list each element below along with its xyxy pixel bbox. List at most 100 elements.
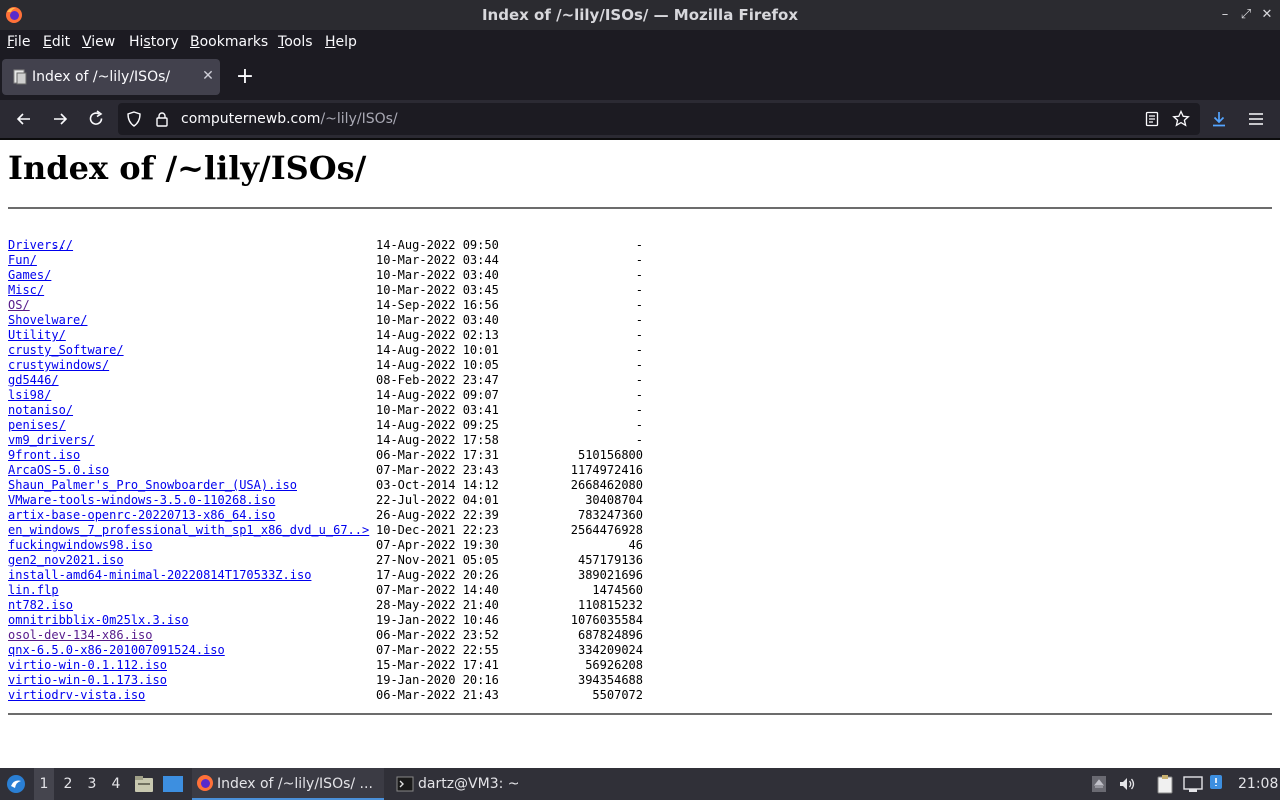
taskbar: 1 2 3 4 Index of /~lily/ISOs/ ... dartz@…	[0, 768, 1280, 800]
menu-history[interactable]: History	[129, 32, 179, 52]
modified-date: 07-Mar-2022 22:55	[376, 643, 499, 657]
modified-date: 14-Aug-2022 10:05	[376, 358, 499, 372]
file-size: 334209024	[577, 643, 643, 657]
tab-close-icon[interactable]: ✕	[200, 68, 216, 84]
modified-date: 10-Mar-2022 03:44	[376, 253, 499, 267]
file-link[interactable]: Games/	[8, 268, 51, 282]
file-link[interactable]: Drivers/	[8, 238, 66, 252]
tab-index-isos[interactable]: Index of /~lily/ISOs/ ✕	[2, 59, 220, 95]
file-link[interactable]: ArcaOS-5.0.iso	[8, 463, 109, 477]
menu-bookmarks[interactable]: Bookmarks	[190, 32, 268, 52]
forward-icon[interactable]	[50, 109, 70, 129]
file-link[interactable]: notaniso/	[8, 403, 73, 417]
reload-icon[interactable]	[86, 109, 106, 129]
maximize-icon[interactable]: ⤢	[1238, 7, 1254, 23]
listing-row: artix-base-openrc-20220713-x86_64.iso 26-…	[8, 508, 643, 523]
file-size: 30408704	[585, 493, 643, 507]
file-link[interactable]: Fun/	[8, 253, 37, 267]
listing-row: Drivers/14-Aug-2022 09:50 -	[8, 238, 643, 253]
modified-date: 10-Dec-2021 22:23	[376, 523, 499, 537]
clipboard-icon[interactable]	[1156, 774, 1174, 794]
listing-row: Fun/10-Mar-2022 03:44 -	[8, 253, 643, 268]
volume-icon[interactable]	[1118, 775, 1136, 793]
file-size: -	[635, 268, 643, 282]
directory-listing: ../ Drivers/14-Aug-2022 09:50- Fun/10-Mar…	[8, 223, 643, 703]
listing-row: Shovelware/10-Mar-2022 03:40 -	[8, 313, 643, 328]
bookmark-star-icon[interactable]	[1172, 110, 1190, 128]
file-manager-icon[interactable]	[134, 775, 154, 793]
file-link[interactable]: crustywindows/	[8, 358, 109, 372]
file-link[interactable]: crusty_Software/	[8, 343, 124, 357]
listing-row: virtio-win-0.1.173.iso 19-Jan-2020 20:16 3…	[8, 673, 643, 688]
file-link[interactable]: virtio-win-0.1.112.iso	[8, 658, 167, 672]
menu-edit[interactable]: Edit	[43, 32, 70, 52]
reader-view-icon[interactable]	[1144, 111, 1160, 127]
menu-view[interactable]: View	[82, 32, 115, 52]
lock-icon[interactable]	[154, 111, 170, 127]
start-menu-icon[interactable]	[6, 774, 26, 794]
file-size: 1474560	[592, 583, 643, 597]
minimize-icon[interactable]: –	[1217, 7, 1233, 23]
file-link[interactable]: Misc/	[8, 283, 44, 297]
workspace-2[interactable]: 2	[58, 768, 78, 800]
listing-row: penises/14-Aug-2022 09:25 -	[8, 418, 643, 433]
file-link[interactable]: Utility/	[8, 328, 66, 342]
hamburger-menu-icon[interactable]	[1246, 109, 1266, 129]
workspace-1[interactable]: 1	[34, 768, 54, 800]
taskbar-firefox-label: Index of /~lily/ISOs/ ...	[217, 776, 373, 792]
clock[interactable]: 21:08	[1238, 768, 1278, 800]
back-icon[interactable]	[14, 109, 34, 129]
taskbar-terminal-window[interactable]: dartz@VM3: ~	[392, 768, 542, 800]
file-link[interactable]: virtiodrv-vista.iso	[8, 688, 145, 702]
file-size: 457179136	[577, 553, 643, 567]
modified-date: 07-Apr-2022 19:30	[376, 538, 499, 552]
taskbar-firefox-window[interactable]: Index of /~lily/ISOs/ ...	[192, 768, 384, 800]
close-window-icon[interactable]: ✕	[1259, 7, 1275, 23]
file-link[interactable]: Shovelware/	[8, 313, 87, 327]
file-link[interactable]: virtio-win-0.1.173.iso	[8, 673, 167, 687]
modified-date: 03-Oct-2014 14:12	[376, 478, 499, 492]
file-link[interactable]: vm9_drivers/	[8, 433, 95, 447]
file-link[interactable]: install-amd64-minimal-20220814T170533Z.i…	[8, 568, 311, 582]
file-link[interactable]: en_windows_7_professional_with_sp1_x86_d…	[8, 523, 369, 537]
file-link[interactable]: lin.flp	[8, 583, 59, 597]
file-link[interactable]: fuckingwindows98.iso	[8, 538, 153, 552]
file-link[interactable]: gen2_nov2021.iso	[8, 553, 124, 567]
file-link[interactable]: gd5446/	[8, 373, 59, 387]
url-text[interactable]: computernewb.com/~lily/ISOs/	[181, 103, 398, 135]
tray-eject-icon[interactable]	[1091, 775, 1107, 793]
file-link[interactable]: qnx-6.5.0-x86-201007091524.iso	[8, 643, 225, 657]
modified-date: 07-Mar-2022 14:40	[376, 583, 499, 597]
tracking-shield-icon[interactable]	[126, 111, 142, 127]
file-link[interactable]: osol-dev-134-x86.iso	[8, 628, 153, 642]
new-tab-icon[interactable]: +	[234, 66, 256, 88]
bottom-divider	[8, 713, 1272, 715]
menu-help[interactable]: Help	[325, 32, 357, 52]
show-desktop-icon[interactable]	[162, 775, 184, 793]
address-bar[interactable]: computernewb.com/~lily/ISOs/	[118, 103, 1200, 135]
workspace-3[interactable]: 3	[82, 768, 102, 800]
file-link[interactable]: VMware-tools-windows-3.5.0-110268.iso	[8, 493, 275, 507]
file-link[interactable]: lsi98/	[8, 388, 51, 402]
updates-icon[interactable]	[1209, 774, 1223, 790]
listing-row: virtio-win-0.1.112.iso 15-Mar-2022 17:41 5…	[8, 658, 643, 673]
file-link[interactable]: nt782.iso	[8, 598, 73, 612]
menu-file[interactable]: File	[7, 32, 30, 52]
file-link[interactable]: artix-base-openrc-20220713-x86_64.iso	[8, 508, 275, 522]
network-icon[interactable]	[1183, 775, 1203, 793]
modified-date: 15-Mar-2022 17:41	[376, 658, 499, 672]
modified-date: 10-Mar-2022 03:40	[376, 268, 499, 282]
file-size: -	[635, 418, 643, 432]
modified-date: 14-Aug-2022 09:50	[376, 238, 499, 252]
downloads-icon[interactable]	[1209, 109, 1229, 129]
listing-row: Games/10-Mar-2022 03:40 -	[8, 268, 643, 283]
modified-date: 28-May-2022 21:40	[376, 598, 499, 612]
file-link[interactable]: Shaun_Palmer's_Pro_Snowboarder_(USA).iso	[8, 478, 297, 492]
menu-tools[interactable]: Tools	[278, 32, 313, 52]
file-link[interactable]: penises/	[8, 418, 66, 432]
file-link[interactable]: omnitribblix-0m25lx.3.iso	[8, 613, 189, 627]
page-content: Index of /~lily/ISOs/ ../ Drivers/14-Aug…	[0, 140, 1280, 768]
workspace-4[interactable]: 4	[106, 768, 126, 800]
file-link[interactable]: OS/	[8, 298, 30, 312]
file-link[interactable]: 9front.iso	[8, 448, 80, 462]
